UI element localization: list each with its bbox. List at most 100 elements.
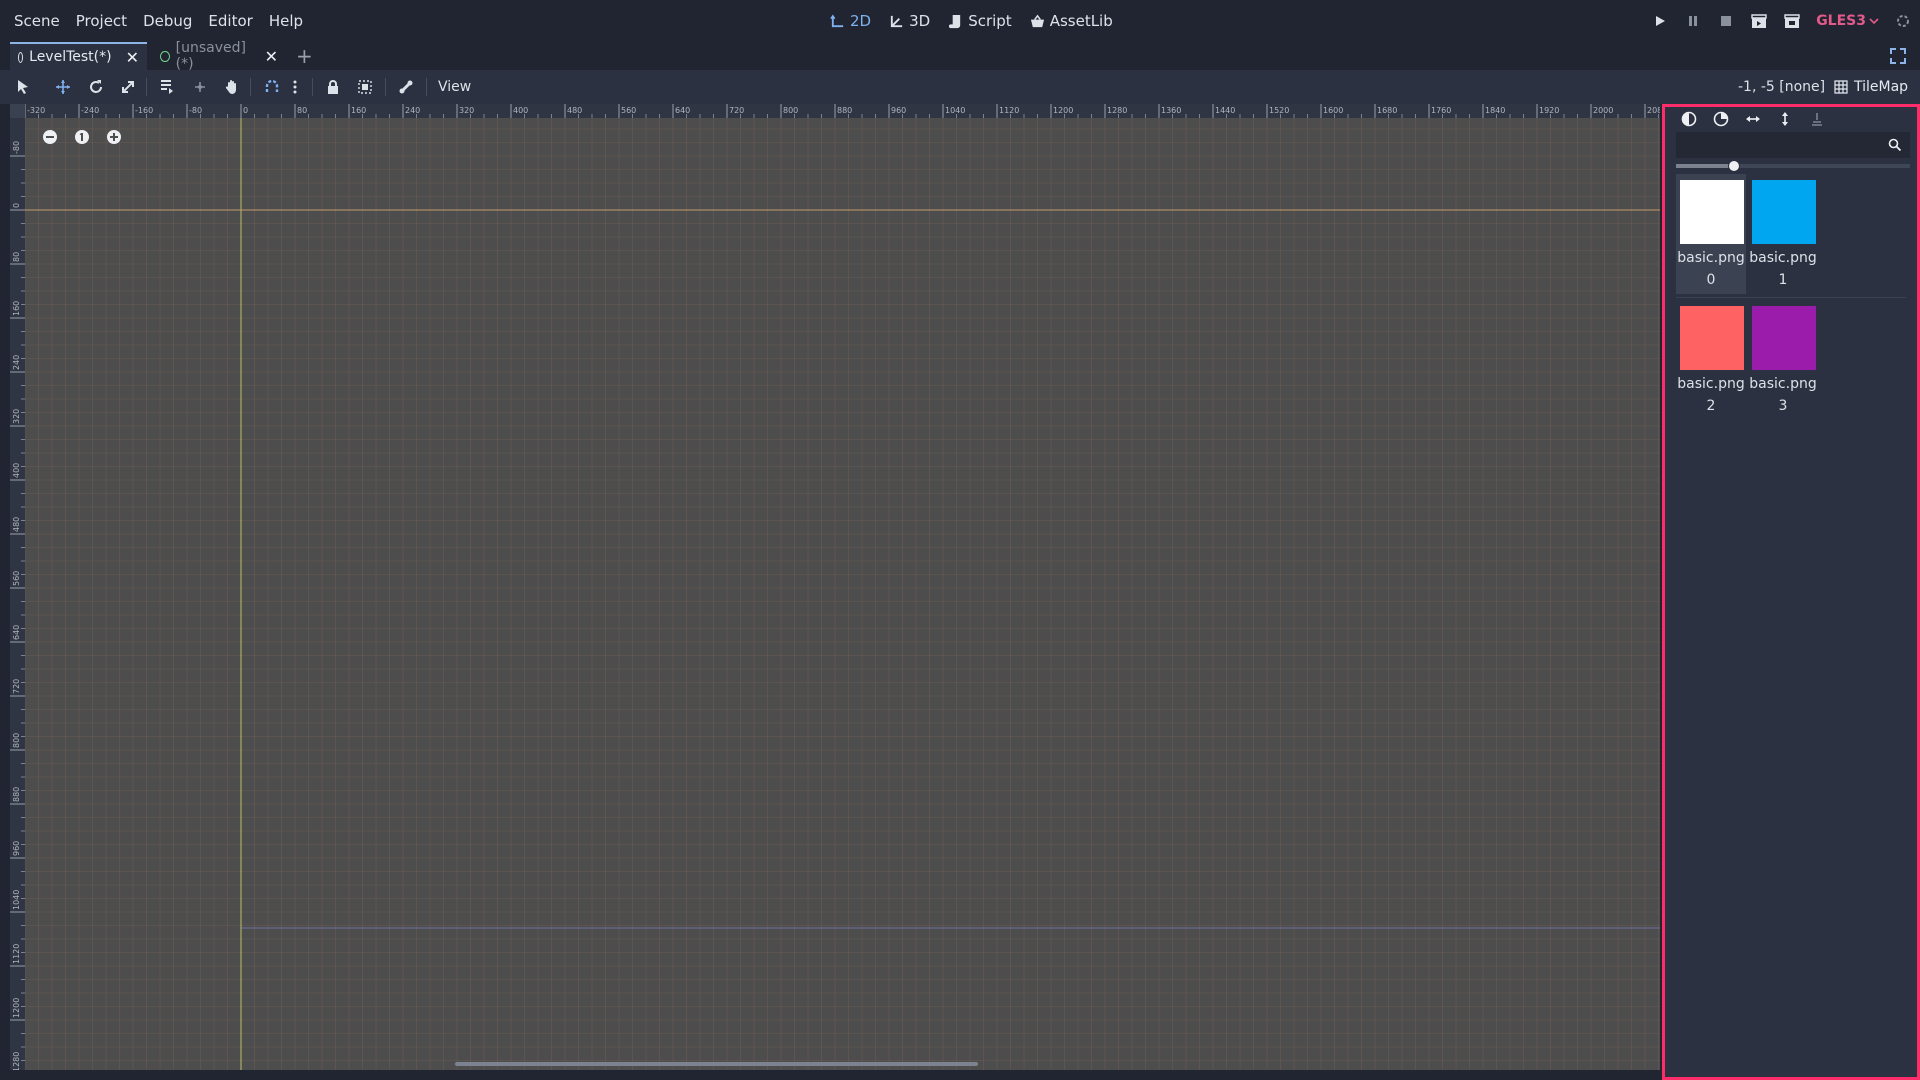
move-mode-button[interactable] (54, 78, 72, 96)
select-mode-button[interactable] (14, 78, 32, 96)
mode-assetlib-button[interactable]: AssetLib (1030, 12, 1113, 30)
snap-options-button[interactable] (290, 78, 300, 96)
tilemap-menu[interactable]: TileMap (1834, 70, 1908, 104)
list-selection-button[interactable] (158, 78, 176, 96)
tile-search-input[interactable] (1676, 132, 1910, 158)
ruler-label: 720 (729, 106, 744, 115)
lock-button[interactable] (324, 78, 342, 96)
menu-debug[interactable]: Debug (135, 12, 200, 30)
mode-assetlib-label: AssetLib (1049, 12, 1113, 30)
play-scene-button[interactable] (1750, 12, 1768, 30)
stop-button[interactable] (1717, 12, 1735, 30)
update-spinner[interactable] (1894, 12, 1912, 30)
pause-icon (1689, 16, 1698, 26)
tile-label: basic.png (1749, 250, 1817, 266)
ruler-label: 560 (621, 106, 636, 115)
flip-horizontal-button[interactable] (1744, 110, 1762, 128)
renderer-selector[interactable]: GLES3 (1816, 13, 1879, 29)
ruler-label: 2000 (1593, 106, 1613, 115)
distraction-free-button[interactable] (1890, 48, 1906, 64)
horizontal-ruler: -320 -240 -160 -80 0 80 160 240 320 400 480 560 640 7… (25, 104, 1660, 118)
canvas-grid (25, 118, 1660, 1070)
more-vertical-icon (293, 80, 297, 94)
view-menu[interactable]: View (438, 70, 471, 104)
toolbar-separator (146, 78, 147, 96)
zoom-out-button[interactable] (41, 128, 59, 146)
renderer-label: GLES3 (1816, 13, 1866, 29)
rotate-mode-button[interactable] (87, 78, 105, 96)
close-icon[interactable]: ✕ (126, 48, 139, 67)
tile-palette-panel: basic.png 0 basic.png 1 basic.png 2 basi… (1662, 104, 1920, 1080)
tile-label: basic.png (1749, 376, 1817, 392)
pan-mode-button[interactable] (223, 78, 241, 96)
tile-swatch (1680, 306, 1744, 370)
zoom-out-icon (43, 130, 57, 144)
menu-editor[interactable]: Editor (200, 12, 260, 30)
group-button[interactable] (356, 78, 374, 96)
tile-item[interactable]: basic.png 0 (1676, 174, 1746, 294)
canvas-viewport[interactable]: -320 -240 -160 -80 0 80 160 240 320 400 480 560 640 7… (10, 104, 1660, 1070)
vertical-ruler: -80 0 80 160 240 320 400 480 560 640 720 800 880 960 1… (10, 118, 25, 1070)
tile-row-divider (1676, 297, 1906, 298)
add-tab-button[interactable]: + (296, 42, 313, 70)
pause-button[interactable] (1684, 12, 1702, 30)
run-controls: GLES3 (1651, 0, 1912, 42)
tile-index: 0 (1706, 272, 1716, 288)
ruler-label: 160 (12, 301, 21, 316)
zoom-reset-button[interactable] (73, 128, 91, 146)
menu-help[interactable]: Help (261, 12, 311, 30)
clear-transform-button[interactable] (1808, 110, 1826, 128)
play-custom-scene-button[interactable] (1783, 12, 1801, 30)
rotate-right-button[interactable] (1712, 110, 1730, 128)
horizontal-ruler-ticks: -320 -240 -160 -80 0 80 160 240 320 400 480 560 640 7… (25, 104, 1660, 118)
ruler-label: 480 (567, 106, 582, 115)
tab-label: [unsaved](*) (175, 40, 246, 72)
flip-vertical-button[interactable] (1776, 110, 1794, 128)
ruler-label: 1200 (12, 998, 21, 1018)
clapperboard-custom-icon (1784, 14, 1800, 28)
tile-zoom-slider-handle[interactable] (1728, 160, 1740, 172)
mode-3d-button[interactable]: 3D (889, 12, 930, 30)
close-icon[interactable]: ✕ (265, 47, 278, 66)
skeleton-button[interactable] (397, 78, 415, 96)
snap-toggle-button[interactable] (263, 78, 281, 96)
scene-icon (160, 50, 170, 62)
tab-label: LevelTest(*) (29, 49, 112, 65)
menu-scene[interactable]: Scene (6, 12, 68, 30)
play-button[interactable] (1651, 12, 1669, 30)
ruler-label: 960 (891, 106, 906, 115)
assetlib-icon (1030, 14, 1044, 27)
tab-leveltest[interactable]: LevelTest(*) ✕ (10, 42, 147, 70)
rotate-left-button[interactable] (1680, 110, 1698, 128)
list-icon (161, 80, 173, 94)
rotate-right-icon (1713, 111, 1729, 127)
editor-canvas[interactable] (25, 118, 1660, 1070)
workspace-switcher: 2D 3D Script AssetLib (830, 0, 1113, 42)
menu-project[interactable]: Project (68, 12, 135, 30)
tab-unsaved[interactable]: [unsaved](*) ✕ (152, 40, 286, 72)
horizontal-scrollbar[interactable] (455, 1062, 978, 1066)
ruler-label: 1200 (1053, 106, 1073, 115)
tile-index: 1 (1778, 272, 1788, 288)
clapperboard-icon (1751, 14, 1767, 28)
tile-index: 2 (1706, 398, 1716, 414)
ruler-label: -240 (81, 106, 99, 115)
tilemap-label: TileMap (1854, 79, 1909, 95)
cursor-icon (18, 80, 28, 94)
tile-item[interactable]: basic.png 1 (1748, 174, 1818, 294)
scale-mode-button[interactable] (119, 78, 137, 96)
ruler-corner (10, 104, 25, 118)
move-icon (56, 80, 70, 94)
tile-item[interactable]: basic.png 2 (1676, 300, 1746, 420)
tile-item[interactable]: basic.png 3 (1748, 300, 1818, 420)
pivot-mode-button[interactable] (191, 78, 209, 96)
mode-script-button[interactable]: Script (948, 12, 1012, 30)
ruler-label: 1680 (1377, 106, 1397, 115)
mode-2d-button[interactable]: 2D (830, 12, 871, 30)
ruler-label: 80 (297, 106, 307, 115)
hand-icon (225, 80, 236, 94)
zoom-in-button[interactable] (105, 128, 123, 146)
ruler-label: 1520 (1269, 106, 1289, 115)
zoom-in-icon (107, 130, 121, 144)
ruler-label: -320 (27, 106, 45, 115)
